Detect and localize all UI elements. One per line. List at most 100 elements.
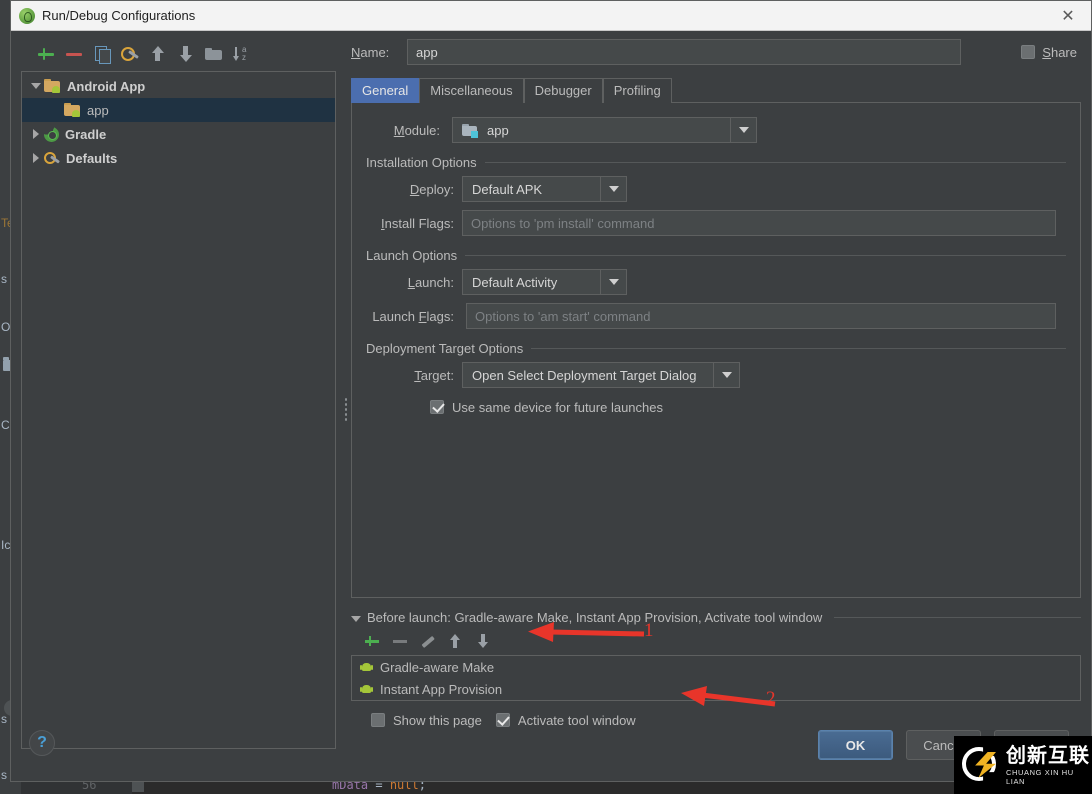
task-row-instant-app-provision[interactable]: Instant App Provision	[352, 678, 1080, 700]
remove-icon[interactable]	[63, 43, 85, 65]
remove-task-icon[interactable]	[391, 632, 409, 650]
tab-profiling[interactable]: Profiling	[602, 78, 672, 103]
deployment-target-title-row: Deployment Target Options	[366, 341, 1066, 356]
launch-label: Launch:	[407, 274, 454, 290]
deploy-combobox[interactable]: Default APK	[462, 176, 627, 202]
tab-general[interactable]: General	[351, 78, 420, 103]
chevron-down-icon[interactable]	[713, 363, 739, 387]
name-row: Name: Share	[351, 37, 1081, 67]
task-label: Gradle-aware Make	[380, 659, 495, 675]
module-label: Module:	[393, 122, 440, 138]
edit-task-icon[interactable]	[419, 632, 437, 650]
configurations-tree[interactable]: Android App app Gradle Defaults	[21, 71, 336, 749]
tree-item-gradle[interactable]: Gradle	[22, 122, 335, 146]
launch-options-title-row: Launch Options	[366, 248, 1066, 263]
install-flags-input[interactable]	[462, 210, 1056, 236]
tree-item-app[interactable]: app	[22, 98, 335, 122]
help-icon[interactable]: ?	[29, 730, 55, 756]
tab-miscellaneous[interactable]: Miscellaneous	[419, 78, 524, 103]
chevron-right-icon[interactable]	[28, 129, 44, 139]
installation-options-body: Deploy: Default APK Install Flags:	[366, 174, 1066, 238]
group-rule	[531, 348, 1066, 349]
configurations-toolbar: az	[21, 37, 336, 71]
annotation-label-2: 2	[766, 688, 776, 709]
launch-flags-row: Launch Flags:	[368, 301, 1066, 331]
add-task-icon[interactable]	[363, 632, 381, 650]
edit-templates-icon[interactable]	[119, 43, 141, 65]
before-launch-header[interactable]: Before launch: Gradle-aware Make, Instan…	[351, 610, 1081, 625]
chevron-down-icon[interactable]	[351, 610, 361, 625]
launch-options-group: Launch Options Launch: Default Activity	[366, 248, 1066, 331]
installation-options-group: Installation Options Deploy: Default APK	[366, 155, 1066, 238]
tree-item-defaults[interactable]: Defaults	[22, 146, 335, 170]
android-folder-icon	[44, 79, 61, 93]
deployment-target-options-group: Deployment Target Options Target: Open S…	[366, 341, 1066, 420]
watermark-text: 创新互联 CHUANG XIN HU LIAN	[1006, 744, 1092, 786]
move-task-down-icon[interactable]	[475, 632, 493, 650]
module-combobox[interactable]: app	[452, 117, 757, 143]
tree-item-label: Android App	[67, 78, 146, 94]
name-input[interactable]	[407, 39, 961, 65]
install-flags-label: Install Flags:	[381, 215, 454, 231]
general-tab-panel: Module: app Installation Options Deploy:…	[351, 103, 1081, 598]
sort-alphabetically-icon[interactable]: az	[231, 43, 253, 65]
configurations-pane: az Android App app Gradle Defaults	[21, 37, 336, 749]
before-launch-task-list[interactable]: Gradle-aware Make Instant App Provision	[351, 655, 1081, 701]
android-icon	[360, 661, 373, 674]
move-task-up-icon[interactable]	[447, 632, 465, 650]
move-up-icon[interactable]	[147, 43, 169, 65]
installation-options-title-row: Installation Options	[366, 155, 1066, 170]
tree-item-label: Gradle	[65, 126, 107, 142]
launch-flags-label: Launch Flags:	[372, 308, 454, 324]
add-icon[interactable]	[35, 43, 57, 65]
tab-debugger[interactable]: Debugger	[523, 78, 603, 103]
tree-item-android-app[interactable]: Android App	[22, 74, 335, 98]
android-studio-icon	[19, 7, 35, 24]
target-combobox[interactable]: Open Select Deployment Target Dialog	[462, 362, 740, 388]
use-same-device-label: Use same device for future launches	[452, 399, 663, 415]
install-flags-row: Install Flags:	[368, 208, 1066, 238]
ok-button[interactable]: OK	[818, 730, 893, 760]
configuration-editor-pane: Name: Share General Miscellaneous Debugg…	[351, 37, 1081, 749]
dialog-titlebar: Run/Debug Configurations ✕	[11, 1, 1091, 31]
chevron-down-icon[interactable]	[600, 270, 626, 294]
launch-combobox[interactable]: Default Activity	[462, 269, 627, 295]
chevron-down-icon[interactable]	[730, 118, 756, 142]
launch-flags-input[interactable]	[466, 303, 1056, 329]
watermark: 创新互联 CHUANG XIN HU LIAN	[954, 736, 1092, 794]
target-label: Target:	[414, 367, 454, 383]
close-icon[interactable]: ✕	[1045, 1, 1091, 30]
group-rule	[484, 162, 1066, 163]
strip-label-4: Ic	[1, 538, 11, 552]
dialog-title: Run/Debug Configurations	[42, 8, 196, 23]
installation-options-title: Installation Options	[366, 155, 477, 170]
gradle-icon	[44, 126, 59, 142]
chevron-down-icon[interactable]	[28, 83, 44, 89]
group-rule	[465, 255, 1066, 256]
share-checkbox[interactable]	[1021, 45, 1036, 59]
use-same-device-row[interactable]: Use same device for future launches	[368, 394, 1066, 420]
task-row-gradle-aware-make[interactable]: Gradle-aware Make	[352, 656, 1080, 678]
configuration-tabs: General Miscellaneous Debugger Profiling	[351, 77, 1081, 103]
name-label: Name:	[351, 44, 390, 60]
tabs-filler	[671, 77, 1081, 103]
strip-label-2: O	[1, 320, 11, 334]
folder-icon[interactable]	[203, 43, 225, 65]
copy-icon[interactable]	[91, 43, 113, 65]
chevron-down-icon[interactable]	[600, 177, 626, 201]
share-checkbox-group[interactable]: Share	[961, 45, 1081, 60]
deploy-row: Deploy: Default APK	[368, 174, 1066, 204]
use-same-device-checkbox[interactable]	[430, 400, 444, 414]
splitter-handle[interactable]	[344, 397, 348, 423]
deployment-target-options-title: Deployment Target Options	[366, 341, 524, 356]
move-down-icon[interactable]	[175, 43, 197, 65]
module-icon	[462, 123, 478, 138]
chevron-right-icon[interactable]	[28, 153, 44, 163]
launch-options-title: Launch Options	[366, 248, 458, 263]
pane-splitter[interactable]	[341, 37, 351, 749]
before-launch-toolbar	[351, 627, 1081, 655]
watermark-en: CHUANG XIN HU LIAN	[1006, 767, 1074, 786]
before-launch-header-label: Before launch: Gradle-aware Make, Instan…	[367, 610, 823, 625]
defaults-icon	[44, 151, 60, 166]
deploy-value: Default APK	[472, 181, 543, 197]
